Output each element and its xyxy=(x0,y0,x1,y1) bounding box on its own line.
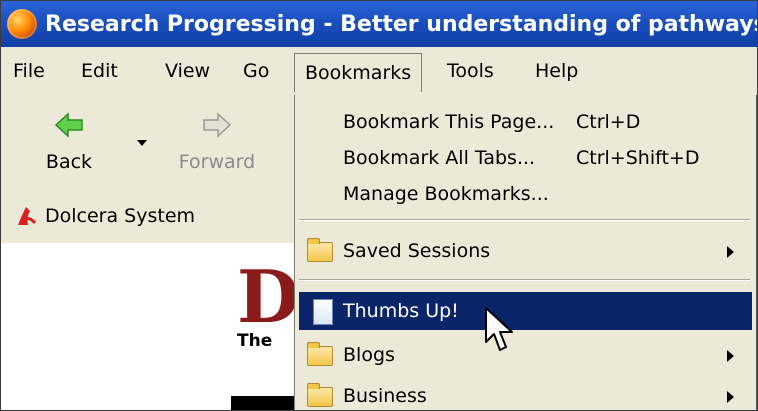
shortcut-label: Ctrl+Shift+D xyxy=(576,147,700,169)
submenu-arrow-icon xyxy=(727,391,734,403)
forward-arrow-icon xyxy=(203,112,232,138)
menu-bar: File Edit View Go Bookmarks Tools Help xyxy=(1,47,757,97)
menu-item-blogs[interactable]: Blogs xyxy=(295,336,756,374)
menu-item-saved-sessions[interactable]: Saved Sessions xyxy=(295,232,756,270)
back-arrow-icon xyxy=(54,112,83,138)
title-bar: Research Progressing - Better understand… xyxy=(1,1,758,47)
site-logo-subtext: The xyxy=(237,331,273,351)
forward-button[interactable]: Forward xyxy=(157,96,277,189)
menu-item-label: Bookmark This Page... xyxy=(343,111,555,133)
back-button[interactable]: Back xyxy=(9,96,129,189)
folder-icon xyxy=(307,238,333,262)
menu-help[interactable]: Help xyxy=(529,56,584,86)
window-title: Research Progressing - Better understand… xyxy=(45,11,758,37)
forward-label: Forward xyxy=(178,151,256,173)
mouse-cursor-icon xyxy=(485,307,513,351)
browser-window: Research Progressing - Better understand… xyxy=(0,0,758,411)
menu-separator xyxy=(299,279,750,281)
site-logo-letter: D xyxy=(237,254,300,339)
menu-item-bookmark-all-tabs[interactable]: Bookmark All Tabs... Ctrl+Shift+D xyxy=(295,139,756,177)
bookmark-page-icon xyxy=(313,299,333,325)
menu-item-label: Bookmark All Tabs... xyxy=(343,147,536,169)
menu-view[interactable]: View xyxy=(159,56,216,86)
menu-go[interactable]: Go xyxy=(237,56,275,86)
dolcera-icon xyxy=(18,207,37,225)
back-history-dropdown-icon[interactable] xyxy=(137,140,147,146)
menu-item-thumbs-up[interactable]: Thumbs Up! xyxy=(299,292,752,330)
bookmark-label: Dolcera System xyxy=(45,205,196,227)
menu-item-bookmark-this-page[interactable]: Bookmark This Page... Ctrl+D xyxy=(295,103,756,141)
bookmark-dolcera-system[interactable]: Dolcera System xyxy=(15,201,195,231)
folder-icon xyxy=(307,342,333,366)
menu-item-label: Thumbs Up! xyxy=(343,300,459,322)
menu-bookmarks[interactable]: Bookmarks xyxy=(294,53,423,92)
folder-icon xyxy=(307,383,333,407)
menu-item-business[interactable]: Business xyxy=(295,377,756,410)
page-dark-bar xyxy=(231,396,301,410)
menu-item-label: Manage Bookmarks... xyxy=(343,183,549,205)
menu-item-label: Business xyxy=(343,385,427,407)
menu-file[interactable]: File xyxy=(7,56,51,86)
submenu-arrow-icon xyxy=(727,246,734,258)
menu-tools[interactable]: Tools xyxy=(441,56,500,86)
submenu-arrow-icon xyxy=(727,350,734,362)
back-label: Back xyxy=(45,151,93,173)
menu-edit[interactable]: Edit xyxy=(75,56,124,86)
bookmarks-dropdown-menu: Bookmark This Page... Ctrl+D Bookmark Al… xyxy=(294,95,757,410)
menu-item-label: Blogs xyxy=(343,344,395,366)
menu-item-manage-bookmarks[interactable]: Manage Bookmarks... xyxy=(295,175,756,213)
menu-separator xyxy=(299,219,750,221)
shortcut-label: Ctrl+D xyxy=(576,111,641,133)
firefox-icon xyxy=(7,9,37,39)
menu-item-label: Saved Sessions xyxy=(343,240,491,262)
